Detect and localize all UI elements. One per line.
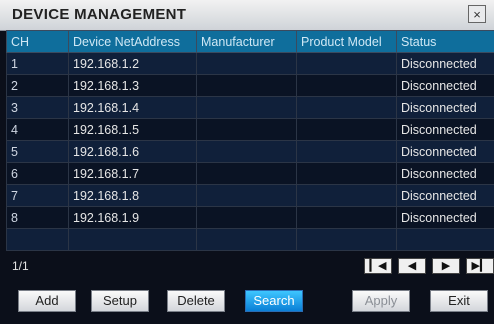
last-page-button[interactable]: ▶▎: [466, 258, 494, 274]
cell-ch: 7: [6, 184, 69, 207]
column-header-manufacturer[interactable]: Manufacturer: [196, 30, 297, 53]
cell-model: [296, 228, 397, 251]
prev-page-icon: ◀: [407, 260, 417, 272]
cell-status: Disconnected: [396, 206, 494, 229]
setup-button[interactable]: Setup: [91, 290, 149, 312]
table-row[interactable]: 5 192.168.1.6 Disconnected: [6, 140, 494, 163]
column-header-ch[interactable]: CH: [6, 30, 69, 53]
cell-model: [296, 140, 397, 163]
cell-model: [296, 162, 397, 185]
table-row[interactable]: 3 192.168.1.4 Disconnected: [6, 96, 494, 119]
first-page-icon: ▎◀: [369, 260, 387, 272]
cell-address: 192.168.1.8: [68, 184, 197, 207]
action-bar: Add Setup Delete Search Apply Exit: [0, 286, 494, 324]
search-button[interactable]: Search: [245, 290, 303, 312]
cell-address: 192.168.1.9: [68, 206, 197, 229]
delete-button[interactable]: Delete: [167, 290, 225, 312]
column-header-status[interactable]: Status: [396, 30, 494, 53]
table-row[interactable]: 8 192.168.1.9 Disconnected: [6, 206, 494, 229]
cell-ch: 4: [6, 118, 69, 141]
close-button[interactable]: ×: [468, 5, 486, 23]
cell-ch: 5: [6, 140, 69, 163]
table-row[interactable]: 2 192.168.1.3 Disconnected: [6, 74, 494, 97]
cell-manufacturer: [196, 118, 297, 141]
cell-model: [296, 96, 397, 119]
cell-manufacturer: [196, 184, 297, 207]
device-table-frame: CH Device NetAddress Manufacturer Produc…: [6, 30, 494, 282]
cell-model: [296, 206, 397, 229]
cell-manufacturer: [196, 140, 297, 163]
cell-model: [296, 118, 397, 141]
table-row-empty[interactable]: [6, 228, 494, 251]
cell-address: 192.168.1.3: [68, 74, 197, 97]
cell-status: Disconnected: [396, 52, 494, 75]
exit-button[interactable]: Exit: [430, 290, 488, 312]
cell-manufacturer: [196, 162, 297, 185]
cell-status: [396, 228, 494, 251]
cell-address: 192.168.1.7: [68, 162, 197, 185]
cell-manufacturer: [196, 206, 297, 229]
cell-manufacturer: [196, 96, 297, 119]
cell-status: Disconnected: [396, 162, 494, 185]
table-row[interactable]: 4 192.168.1.5 Disconnected: [6, 118, 494, 141]
cell-status: Disconnected: [396, 140, 494, 163]
page-indicator: 1/1: [12, 259, 29, 273]
close-icon: ×: [473, 7, 481, 22]
cell-status: Disconnected: [396, 118, 494, 141]
apply-button[interactable]: Apply: [352, 290, 410, 312]
cell-manufacturer: [196, 228, 297, 251]
next-page-icon: ▶: [441, 260, 451, 272]
cell-address: 192.168.1.6: [68, 140, 197, 163]
cell-address: [68, 228, 197, 251]
cell-model: [296, 52, 397, 75]
add-button[interactable]: Add: [18, 290, 76, 312]
device-table: CH Device NetAddress Manufacturer Produc…: [6, 30, 494, 251]
cell-manufacturer: [196, 74, 297, 97]
cell-ch: 1: [6, 52, 69, 75]
prev-page-button[interactable]: ◀: [398, 258, 426, 274]
cell-address: 192.168.1.2: [68, 52, 197, 75]
cell-manufacturer: [196, 52, 297, 75]
cell-model: [296, 74, 397, 97]
cell-ch: 8: [6, 206, 69, 229]
next-page-button[interactable]: ▶: [432, 258, 460, 274]
cell-status: Disconnected: [396, 184, 494, 207]
table-row[interactable]: 7 192.168.1.8 Disconnected: [6, 184, 494, 207]
cell-address: 192.168.1.4: [68, 96, 197, 119]
cell-ch: 6: [6, 162, 69, 185]
cell-address: 192.168.1.5: [68, 118, 197, 141]
cell-ch: 2: [6, 74, 69, 97]
table-row[interactable]: 6 192.168.1.7 Disconnected: [6, 162, 494, 185]
cell-ch: 3: [6, 96, 69, 119]
pager-bar: 1/1 ▎◀ ◀ ▶ ▶▎: [6, 254, 494, 280]
column-header-model[interactable]: Product Model: [296, 30, 397, 53]
cell-model: [296, 184, 397, 207]
cell-status: Disconnected: [396, 96, 494, 119]
title-bar: DEVICE MANAGEMENT ×: [0, 0, 494, 31]
first-page-button[interactable]: ▎◀: [364, 258, 392, 274]
window-title: DEVICE MANAGEMENT: [12, 6, 187, 23]
last-page-icon: ▶▎: [471, 260, 489, 272]
cell-ch: [6, 228, 69, 251]
column-header-address[interactable]: Device NetAddress: [68, 30, 197, 53]
table-header-row: CH Device NetAddress Manufacturer Produc…: [6, 30, 494, 53]
cell-status: Disconnected: [396, 74, 494, 97]
table-row[interactable]: 1 192.168.1.2 Disconnected: [6, 52, 494, 75]
